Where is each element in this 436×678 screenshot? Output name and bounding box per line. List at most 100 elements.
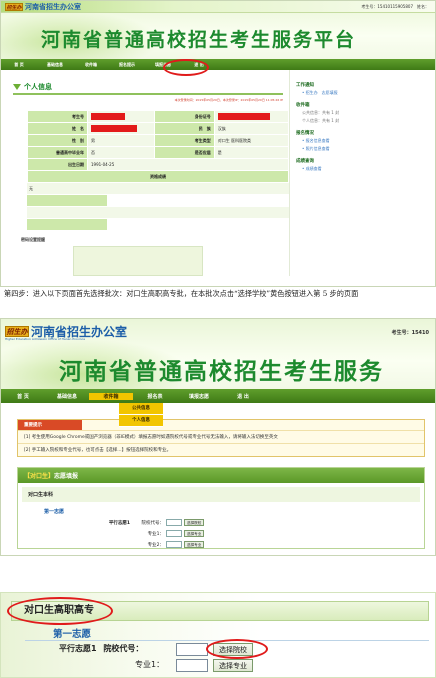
password-reminder-label: 密码设置提醒 (21, 237, 45, 242)
first-choice-heading: 第一志愿 (53, 629, 92, 640)
label-student-id: 考生号 (27, 110, 88, 123)
value-ethnicity: 汉族 (213, 122, 290, 135)
major1-input[interactable] (166, 530, 182, 537)
parallel-label: 平行志愿1 (59, 644, 97, 653)
major2-input[interactable] (166, 541, 182, 548)
section-header: 个人信息 (13, 82, 283, 95)
dropdown-item-personal[interactable]: 个人信息 (119, 415, 163, 427)
score-row: 无 (27, 183, 289, 195)
nav-registration[interactable]: 报名提示 (109, 62, 145, 68)
highlight-oval (163, 59, 209, 76)
nav-fill-volunteer[interactable]: 填报志愿 (177, 393, 221, 400)
important-notice: 重要提示 [1] 考生使用Google Chrome或国产浏览器（非IE模式）填… (17, 419, 425, 457)
major1-label: 专业1： (147, 531, 164, 537)
logo-badge: 招生办 (5, 3, 23, 11)
logo-subtitle: Higher Education Admission Office of Hen… (5, 337, 86, 341)
score-row (27, 195, 107, 207)
sidebar-item-reg-info[interactable]: • 报名信息查看 (302, 138, 429, 144)
sidebar-item-photo-info[interactable]: • 照片信息查看 (302, 146, 429, 152)
parallel-label: 平行志愿1 (108, 520, 130, 526)
score-row (27, 207, 289, 219)
sidebar-item-personal-msg[interactable]: 个人信息：共有 1 封 (302, 118, 429, 124)
section-title: 个人信息 (24, 83, 52, 91)
select-major-button[interactable]: 选择专业 (184, 530, 205, 537)
label-ethnicity: 民 族 (153, 122, 215, 135)
site-title: 河南省普通高校招生考生服务平台 (41, 29, 357, 51)
inbox-dropdown: 公共信息 个人信息 (119, 403, 163, 427)
highlight-oval (7, 597, 113, 625)
step-caption: 第四步：进入以下页面首先选择批次：对口生高职高专批，在本批次点击“选择学校”黄色… (4, 289, 359, 298)
redacted-mark (91, 125, 137, 132)
value-id-number (213, 110, 290, 123)
sidebar-heading-notices: 工作通知 (296, 83, 314, 88)
sidebar: 工作通知 • 招生办 志愿填报 收件箱 公共信息：共有 1 封 个人信息：共有 … (289, 70, 435, 276)
first-choice-heading: 第一志愿 (44, 509, 65, 515)
personal-info-table: 考生号 身份证号 姓 名 民 族 汉族 性 别 男 考生类型 对口生 医科医院类… (27, 110, 290, 183)
sidebar-item-score-view[interactable]: • 成绩查看 (302, 166, 429, 172)
student-id-text: 考生号：15410115905807 姓名： (361, 4, 429, 9)
logo[interactable]: 招生办 河南省招生办公室 (5, 2, 81, 12)
notice-line: [1] 考生使用Google Chrome或国产浏览器（非IE模式）填报志愿时如… (18, 430, 424, 443)
label-student-type: 考生类型 (153, 134, 215, 147)
label-gender: 性 别 (27, 134, 88, 147)
logo-badge: 招生办 (5, 326, 29, 337)
nav-home[interactable]: 首 页 (1, 393, 45, 400)
nav-basic-info[interactable]: 基础信息 (45, 393, 89, 400)
score-rows: 无 (27, 183, 289, 231)
page: 招生办 河南省招生办公室 考生号：15410115905807 姓名： 河南省普… (0, 0, 436, 678)
screenshot-personal-info: 招生办 河南省招生办公室 考生号：15410115905807 姓名： 河南省普… (0, 0, 436, 287)
value-current-grad: 是 (213, 146, 290, 159)
school-code-input[interactable] (166, 519, 182, 526)
nav-inbox[interactable]: 收件箱 (89, 392, 133, 400)
nav-logout[interactable]: 退 出 (221, 393, 265, 400)
school-row: 平行志愿1 院校代号： (59, 643, 143, 654)
value-graduate-year: 否 (87, 146, 155, 159)
panel-title-text: 志愿填报 (54, 473, 79, 480)
select-major-button[interactable]: 选择专业 (213, 659, 253, 672)
value-name (87, 122, 155, 135)
panel-title-tag: 【对口生】 (24, 473, 55, 480)
sidebar-item-notice[interactable]: • 招生办 志愿填报 (302, 90, 429, 96)
volunteer-panel: 【对口生】志愿填报 对口生本科 第一志愿 平行志愿1 院校代号： 选择院校 专业… (17, 467, 425, 549)
screenshot-zoomed-batch: 对口生高职高专 第一志愿 平行志愿1 院校代号： 选择院校 专业1： 选择专业 (0, 592, 436, 678)
nav-basic-info[interactable]: 基础信息 (37, 62, 73, 68)
label-birth-date: 出生日期 (27, 158, 88, 171)
select-major-button[interactable]: 选择专业 (184, 541, 205, 548)
logo-text: 河南省招生办公室 (25, 3, 81, 11)
nav-bar: 首 页 基础信息 收件箱 报名表 填报志愿 退 出 (1, 389, 435, 403)
major1-label: 专业1： (135, 660, 165, 669)
main-content: 个人信息 本次登录时间：2015年05月20日，本次登录IP：2015年05月2… (1, 70, 290, 276)
label-current-grad: 是否应届 (153, 146, 215, 159)
redacted-mark (91, 113, 125, 120)
password-reminder-box (73, 246, 203, 276)
label-id-number: 身份证号 (153, 110, 215, 123)
nav-home[interactable]: 首 页 (1, 62, 37, 68)
select-school-button[interactable]: 选择院校 (184, 519, 205, 526)
school-code-input[interactable] (176, 643, 208, 656)
site-header: 招生办 河南省招生办公室 Higher Education Admission … (1, 319, 435, 389)
highlight-oval (206, 639, 268, 659)
major1-input[interactable] (176, 659, 208, 672)
notice-line: [2] 手工输入院校和专业代号，也可点击【选择...】按钮选择院校和专业。 (18, 443, 424, 456)
sidebar-heading-registration: 报名情况 (296, 131, 314, 136)
value-student-id (87, 110, 155, 123)
score-row (27, 219, 107, 231)
notice-title: 重要提示 (18, 420, 82, 430)
value-student-type: 对口生 医科医院类 (213, 134, 290, 147)
nav-inbox[interactable]: 收件箱 (73, 62, 109, 68)
logo[interactable]: 招生办 河南省招生办公室 Higher Education Admission … (5, 323, 127, 341)
dropdown-item-public[interactable]: 公共信息 (119, 403, 163, 415)
label-name: 姓 名 (27, 122, 88, 135)
student-id-text: 考生号：15410 (391, 330, 429, 336)
value-gender: 男 (87, 134, 155, 147)
score-header: 资格成绩 (27, 170, 289, 183)
value-birth-date: 1991-04-25 (87, 158, 289, 171)
sidebar-item-public-msg[interactable]: 公共信息：共有 1 封 (302, 110, 429, 116)
school-code-label: 院校代号： (103, 644, 144, 653)
redacted-mark (217, 113, 270, 120)
site-title: 河南省普通高校招生考生服务 (59, 359, 384, 385)
screenshot-volunteer-form: 招生办 河南省招生办公室 Higher Education Admission … (0, 318, 436, 556)
sidebar-heading-scores: 成绩查询 (296, 159, 314, 164)
batch-label[interactable]: 对口生本科 (22, 487, 420, 502)
nav-registration[interactable]: 报名表 (133, 393, 177, 400)
